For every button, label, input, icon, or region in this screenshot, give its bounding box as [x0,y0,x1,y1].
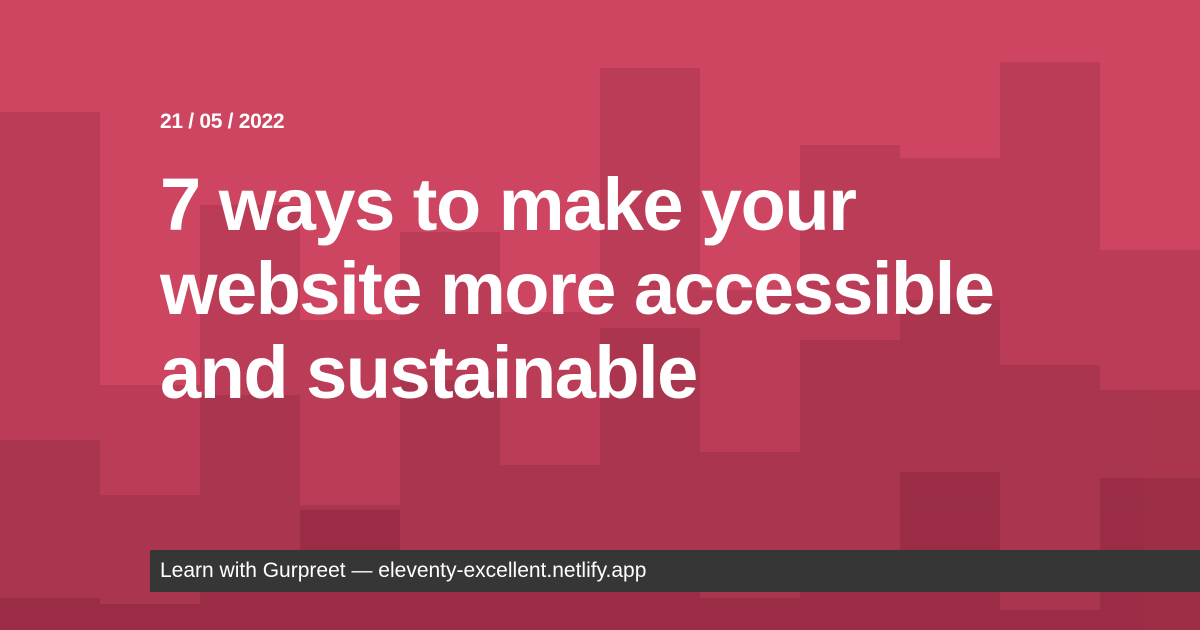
site-domain: eleventy-excellent.netlify.app [378,559,647,582]
footer-bar: Learn with Gurpreet — eleventy-excellent… [150,550,1200,592]
post-date: 21 / 05 / 2022 [160,110,285,133]
footer-separator: — [351,559,373,582]
post-title: 7 ways to make your website more accessi… [160,163,995,414]
og-share-card: 21 / 05 / 2022 7 ways to make your websi… [0,0,1200,630]
footer-text: Learn with Gurpreet — eleventy-excellent… [160,559,646,583]
author-label: Learn with Gurpreet [160,559,346,582]
